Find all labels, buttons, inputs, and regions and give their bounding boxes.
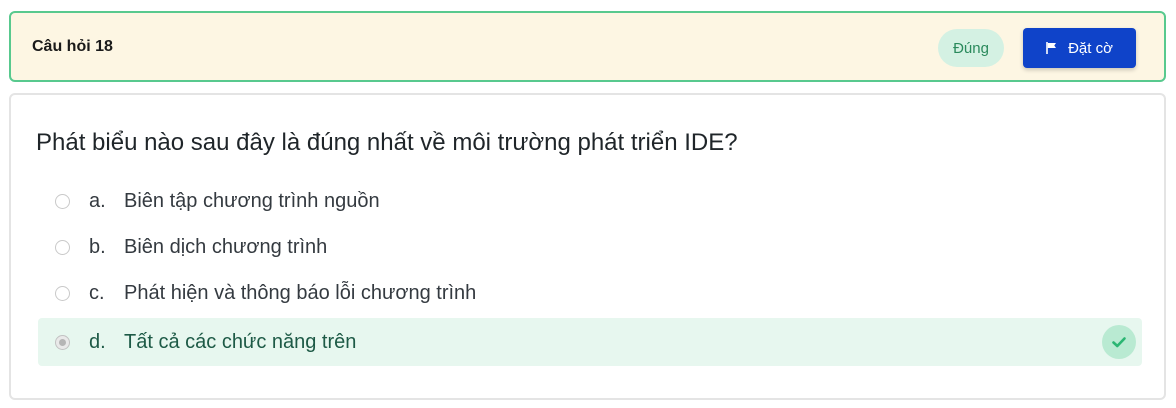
option-text: Biên dịch chương trình: [124, 236, 328, 258]
status-badge: Đúng: [938, 29, 1004, 67]
option-letter: c.: [89, 282, 105, 304]
option-letter: a.: [89, 190, 106, 212]
flag-icon: [1046, 42, 1057, 54]
option-text: Tất cả các chức năng trên: [124, 331, 357, 353]
question-card: Phát biểu nào sau đây là đúng nhất về mô…: [9, 93, 1166, 400]
option-text: Phát hiện và thông báo lỗi chương trình: [124, 282, 477, 304]
flag-question-button[interactable]: Đặt cờ: [1023, 28, 1136, 68]
option-letter: b.: [89, 236, 106, 258]
radio-option-c[interactable]: [55, 286, 70, 301]
answer-option-c[interactable]: c. Phát hiện và thông báo lỗi chương trì…: [38, 269, 1142, 317]
flag-button-label: Đặt cờ: [1068, 39, 1113, 57]
question-number: Câu hỏi 18: [32, 38, 113, 55]
check-icon: [1102, 325, 1136, 359]
radio-option-d[interactable]: [55, 335, 70, 350]
option-letter: d.: [89, 331, 106, 353]
radio-option-a[interactable]: [55, 194, 70, 209]
question-header: Câu hỏi 18 Đúng Đặt cờ: [9, 11, 1166, 82]
question-text: Phát biểu nào sau đây là đúng nhất về mô…: [36, 129, 738, 156]
answer-option-b[interactable]: b. Biên dịch chương trình: [38, 223, 1142, 271]
answer-option-a[interactable]: a. Biên tập chương trình nguồn: [38, 177, 1142, 225]
radio-option-b[interactable]: [55, 240, 70, 255]
answer-option-d[interactable]: d. Tất cả các chức năng trên: [38, 318, 1142, 366]
option-text: Biên tập chương trình nguồn: [124, 190, 380, 212]
